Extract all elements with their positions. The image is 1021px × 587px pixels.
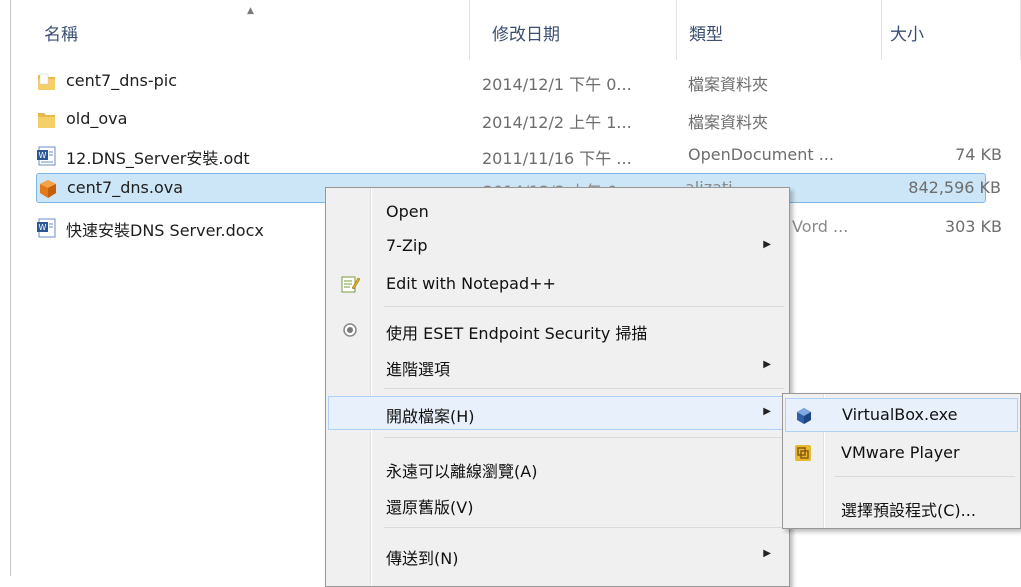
context-menu: Open 7-Zip ▶ Edit with Notepad++ 使用 ESET… (325, 187, 790, 587)
vmware-player-icon (795, 445, 811, 461)
column-header-type[interactable]: 類型 (677, 0, 882, 60)
open-with-submenu: VirtualBox.exe VMware Player 選擇預設程式(C)..… (782, 393, 1021, 529)
file-row-dns-server-odt[interactable]: W 12.DNS_Server安裝.odt 2011/11/16 下午 ... … (36, 141, 1002, 171)
menu-item-edit-notepad[interactable]: Edit with Notepad++ (328, 267, 787, 301)
notepad-plus-plus-icon (341, 276, 360, 293)
file-name: cent7_dns-pic (66, 71, 178, 90)
menu-item-open-with[interactable]: 開啟檔案(H) ▶ (328, 396, 787, 430)
menu-item-label: 開啟檔案(H) (386, 407, 475, 426)
folder-icon (38, 73, 55, 90)
menu-item-label: 使用 ESET Endpoint Security 掃描 (386, 324, 648, 343)
column-header-bar: 名稱 ▲ 修改日期 類型 大小 (11, 0, 1021, 60)
file-type: 檔案資料夾 (688, 75, 769, 94)
column-header-size-label: 大小 (890, 25, 924, 45)
menu-item-label: Edit with Notepad++ (386, 274, 556, 293)
submenu-item-virtualbox[interactable]: VirtualBox.exe (785, 398, 1018, 432)
file-date: 2014/12/2 上午 1... (482, 113, 632, 132)
menu-item-7zip[interactable]: 7-Zip ▶ (328, 229, 787, 263)
svg-text:W: W (39, 151, 47, 160)
menu-item-label: VirtualBox.exe (842, 405, 958, 424)
menu-separator (835, 476, 1015, 477)
menu-separator (384, 437, 784, 438)
submenu-item-choose-default[interactable]: 選擇預設程式(C)... (785, 490, 1018, 524)
file-name: 12.DNS_Server安裝.odt (66, 149, 250, 168)
menu-item-restore-previous[interactable]: 還原舊版(V) (328, 487, 787, 521)
file-name: cent7_dns.ova (67, 178, 184, 197)
menu-item-open[interactable]: Open (328, 195, 787, 229)
file-name: old_ova (66, 109, 128, 128)
file-size: 303 KB (944, 217, 1002, 236)
submenu-arrow-icon: ▶ (763, 239, 771, 250)
file-row-cent7-dns-pic[interactable]: cent7_dns-pic 2014/12/1 下午 0... 檔案資料夾 (36, 67, 986, 97)
file-date: 2011/11/16 下午 ... (482, 149, 632, 168)
menu-separator (384, 388, 784, 389)
virtualbox-ova-icon (40, 180, 56, 198)
submenu-arrow-icon: ▶ (763, 406, 771, 417)
sort-ascending-icon: ▲ (247, 6, 254, 16)
menu-item-label: Open (386, 202, 429, 221)
submenu-arrow-icon: ▶ (763, 548, 771, 559)
file-type: 檔案資料夾 (688, 113, 769, 132)
file-date: 2014/12/1 下午 0... (482, 75, 632, 94)
word-document-icon: W (37, 218, 56, 238)
file-row-old-ova[interactable]: old_ova 2014/12/2 上午 1... 檔案資料夾 (36, 105, 986, 135)
file-size: 842,596 KB (908, 178, 1001, 197)
virtualbox-icon (797, 408, 811, 424)
menu-item-label: 7-Zip (386, 236, 428, 255)
submenu-arrow-icon: ▶ (763, 359, 771, 370)
column-header-date[interactable]: 修改日期 (470, 0, 677, 60)
menu-item-label: 選擇預設程式(C)... (841, 501, 976, 520)
submenu-item-vmware[interactable]: VMware Player (785, 436, 1018, 470)
file-type: Vord ... (792, 217, 849, 236)
file-name: 快速安裝DNS Server.docx (66, 221, 264, 240)
column-header-name[interactable]: 名稱 ▲ (11, 0, 470, 60)
menu-item-advanced-options[interactable]: 進階選項 ▶ (328, 349, 787, 383)
menu-item-send-to[interactable]: 傳送到(N) ▶ (328, 538, 787, 572)
column-header-size[interactable]: 大小 (882, 0, 1021, 60)
column-header-name-label: 名稱 (44, 25, 78, 45)
menu-separator (384, 527, 784, 528)
pane-border (10, 0, 11, 576)
word-document-icon: W (37, 146, 56, 166)
menu-item-label: 進階選項 (386, 360, 451, 379)
menu-item-label: 永遠可以離線瀏覽(A) (386, 462, 538, 481)
menu-separator (384, 306, 784, 307)
column-header-date-label: 修改日期 (492, 25, 560, 45)
eset-scan-icon (343, 323, 357, 337)
menu-item-always-offline[interactable]: 永遠可以離線瀏覽(A) (328, 451, 787, 485)
svg-text:W: W (39, 223, 47, 232)
file-type: OpenDocument ... (688, 145, 834, 164)
column-header-type-label: 類型 (689, 25, 723, 45)
menu-item-eset-scan[interactable]: 使用 ESET Endpoint Security 掃描 (328, 313, 787, 347)
menu-item-label: VMware Player (841, 443, 960, 462)
menu-item-label: 還原舊版(V) (386, 498, 474, 517)
folder-icon (38, 113, 55, 128)
menu-item-label: 傳送到(N) (386, 549, 459, 568)
file-size: 74 KB (955, 145, 1002, 164)
